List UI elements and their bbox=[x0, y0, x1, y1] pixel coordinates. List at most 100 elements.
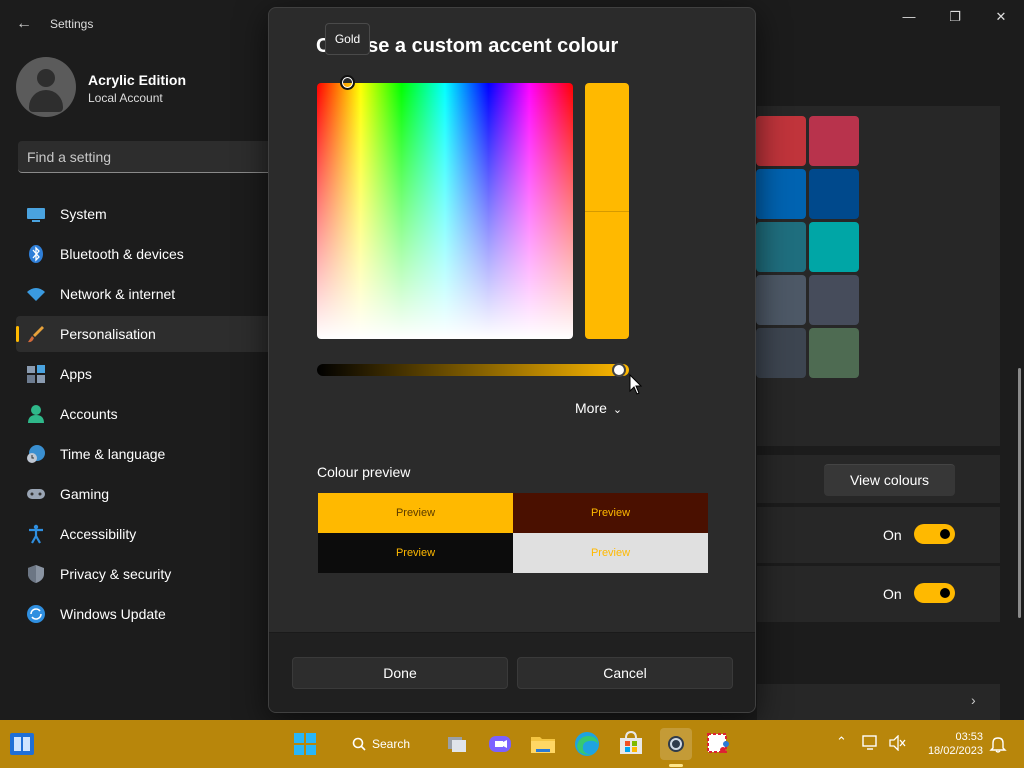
colour-preview-tile: Preview bbox=[513, 493, 708, 533]
sidebar-item-accessibility[interactable]: Accessibility bbox=[16, 516, 276, 552]
clock-time: 03:53 bbox=[955, 731, 983, 743]
cancel-button[interactable]: Cancel bbox=[517, 657, 733, 689]
show-hidden-icons-chevron-icon[interactable]: ⌃ bbox=[836, 734, 847, 750]
sidebar-item-apps[interactable]: Apps bbox=[16, 356, 276, 392]
bluetooth-icon bbox=[29, 245, 43, 263]
colour-name-tooltip: Gold bbox=[325, 23, 370, 55]
view-colours-button[interactable]: View colours bbox=[824, 464, 955, 496]
clock-date: 18/02/2023 bbox=[927, 745, 983, 757]
accent-swatch[interactable] bbox=[756, 169, 806, 219]
sidebar-item-personalisation[interactable]: Personalisation bbox=[16, 316, 276, 352]
custom-accent-dialog: Choose a custom accent colour Gold More ⌄… bbox=[268, 7, 756, 713]
sidebar-item-label: Apps bbox=[60, 366, 92, 382]
settings-app-icon[interactable] bbox=[660, 728, 692, 760]
snipping-tool-icon[interactable] bbox=[702, 728, 734, 760]
scrollbar[interactable] bbox=[1018, 368, 1021, 618]
sidebar-item-windows-update[interactable]: Windows Update bbox=[16, 596, 276, 632]
avatar[interactable] bbox=[16, 57, 76, 117]
toggle-card-2 bbox=[757, 566, 1000, 622]
accent-swatch[interactable] bbox=[809, 169, 859, 219]
task-view-icon[interactable] bbox=[441, 728, 473, 760]
search-input[interactable]: Find a setting bbox=[18, 141, 278, 173]
sidebar-item-label: Accessibility bbox=[60, 526, 137, 542]
taskbar-search-button[interactable]: Search bbox=[342, 728, 422, 760]
store-icon[interactable] bbox=[615, 728, 647, 760]
mouse-cursor-icon bbox=[629, 374, 643, 395]
toggle-state-label: On bbox=[883, 527, 902, 543]
accent-swatch[interactable] bbox=[809, 116, 859, 166]
brightness-slider[interactable] bbox=[317, 364, 629, 376]
teams-chat-icon[interactable] bbox=[484, 728, 516, 760]
colour-preview-tile: Preview bbox=[513, 533, 708, 573]
user-account-type: Local Account bbox=[88, 91, 163, 105]
file-explorer-icon[interactable] bbox=[527, 728, 559, 760]
accent-swatch[interactable] bbox=[809, 275, 859, 325]
search-icon bbox=[352, 737, 366, 751]
widgets-icon[interactable] bbox=[6, 728, 38, 760]
colour-preview-tile: Preview bbox=[318, 493, 513, 533]
sidebar-nav: System Bluetooth & devices Network & int… bbox=[16, 196, 276, 636]
accessibility-icon bbox=[29, 524, 43, 544]
sidebar-item-gaming[interactable]: Gaming bbox=[16, 476, 276, 512]
search-label: Search bbox=[372, 737, 411, 751]
new-colour-swatch bbox=[585, 83, 629, 211]
active-app-indicator bbox=[669, 764, 683, 767]
current-colour-swatch bbox=[585, 211, 629, 339]
accent-swatch[interactable] bbox=[756, 275, 806, 325]
sidebar-item-label: Bluetooth & devices bbox=[60, 246, 184, 262]
accent-swatch[interactable] bbox=[756, 328, 806, 378]
brush-icon bbox=[28, 326, 44, 343]
toggle-card-1 bbox=[757, 507, 1000, 563]
back-arrow-icon[interactable]: ← bbox=[14, 14, 34, 34]
user-name: Acrylic Edition bbox=[88, 72, 187, 88]
monitor-icon bbox=[27, 208, 45, 222]
toggle-switch[interactable] bbox=[914, 524, 955, 544]
shield-icon bbox=[28, 565, 44, 583]
update-icon bbox=[27, 605, 45, 623]
maximize-icon[interactable]: ❐ bbox=[940, 8, 970, 26]
sidebar-item-label: Gaming bbox=[60, 486, 110, 502]
accent-swatch[interactable] bbox=[809, 222, 859, 272]
start-icon[interactable] bbox=[289, 728, 321, 760]
search-placeholder: Find a setting bbox=[27, 149, 112, 165]
accent-swatch[interactable] bbox=[756, 222, 806, 272]
sidebar-item-label: Privacy & security bbox=[60, 566, 172, 582]
edge-browser-icon[interactable] bbox=[571, 728, 603, 760]
notification-bell-icon[interactable] bbox=[989, 735, 1007, 753]
slider-thumb[interactable] bbox=[611, 363, 626, 377]
sidebar-item-bluetooth[interactable]: Bluetooth & devices bbox=[16, 236, 276, 272]
spectrum-handle[interactable] bbox=[340, 75, 355, 90]
apps-icon bbox=[27, 365, 45, 383]
sidebar-item-time-language[interactable]: Time & language bbox=[16, 436, 276, 472]
network-display-icon[interactable] bbox=[862, 735, 880, 751]
sidebar-item-label: Network & internet bbox=[60, 286, 176, 302]
toggle-switch[interactable] bbox=[914, 583, 955, 603]
gamepad-icon bbox=[27, 489, 45, 499]
sidebar-item-label: Time & language bbox=[60, 446, 166, 462]
volume-muted-icon[interactable] bbox=[888, 735, 906, 751]
accent-swatch[interactable] bbox=[809, 328, 859, 378]
wifi-icon bbox=[27, 288, 45, 301]
sidebar-item-privacy[interactable]: Privacy & security bbox=[16, 556, 276, 592]
colour-preview-heading: Colour preview bbox=[317, 464, 411, 480]
person-icon bbox=[28, 405, 44, 423]
sidebar-item-accounts[interactable]: Accounts bbox=[16, 396, 276, 432]
sidebar-item-label: Accounts bbox=[60, 406, 118, 422]
close-icon[interactable]: ✕ bbox=[986, 8, 1016, 26]
more-label: More bbox=[575, 400, 607, 416]
app-title: Settings bbox=[50, 17, 94, 31]
done-button[interactable]: Done bbox=[292, 657, 508, 689]
colour-spectrum[interactable] bbox=[317, 83, 573, 339]
setting-link-card[interactable]: › bbox=[757, 684, 1000, 720]
sidebar-item-label: System bbox=[60, 206, 107, 222]
colour-preview-tile: Preview bbox=[318, 533, 513, 573]
accent-swatch[interactable] bbox=[756, 116, 806, 166]
sidebar-item-network[interactable]: Network & internet bbox=[16, 276, 276, 312]
sidebar-item-system[interactable]: System bbox=[16, 196, 276, 232]
dialog-footer: Done Cancel bbox=[269, 632, 755, 712]
sidebar-item-label: Windows Update bbox=[60, 606, 166, 622]
more-button[interactable]: More ⌄ bbox=[575, 400, 622, 416]
clock[interactable]: 03:53 18/02/2023 bbox=[915, 730, 983, 758]
taskbar: Search ⌃ 03:53 18/02/2023 bbox=[0, 720, 1024, 768]
minimize-icon[interactable]: — bbox=[894, 8, 924, 26]
